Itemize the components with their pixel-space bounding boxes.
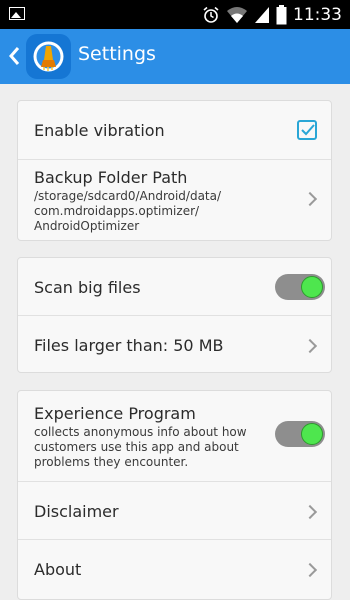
wifi-icon xyxy=(227,6,247,23)
experience-program-row[interactable]: Experience Program collects anonymous in… xyxy=(18,391,331,482)
backup-folder-row[interactable]: Backup Folder Path /storage/sdcard0/Andr… xyxy=(18,160,331,241)
experience-program-toggle[interactable] xyxy=(275,421,325,447)
backup-folder-path: /storage/sdcard0/Android/data/ com.mdroi… xyxy=(34,189,274,234)
image-icon xyxy=(9,7,25,20)
vibration-checkbox[interactable] xyxy=(297,120,317,140)
scan-big-files-toggle[interactable] xyxy=(275,274,325,300)
backup-path-line: AndroidOptimizer xyxy=(34,219,140,233)
battery-icon xyxy=(276,4,287,24)
signal-icon xyxy=(255,6,269,23)
toggle-knob xyxy=(301,276,323,298)
backup-folder-label: Backup Folder Path xyxy=(34,168,188,187)
app-bar: Settings xyxy=(0,29,350,84)
settings-card-other: Experience Program collects anonymous in… xyxy=(17,390,332,600)
enable-vibration-row[interactable]: Enable vibration xyxy=(18,101,331,160)
disclaimer-label: Disclaimer xyxy=(34,502,119,521)
chevron-right-icon xyxy=(302,504,318,520)
backup-path-line: /storage/sdcard0/Android/data/ xyxy=(34,189,222,203)
enable-vibration-label: Enable vibration xyxy=(34,121,165,140)
alarm-icon xyxy=(203,6,219,23)
status-bar: 11:33 xyxy=(0,0,350,29)
toggle-knob xyxy=(301,423,323,445)
experience-program-label: Experience Program xyxy=(34,404,196,423)
checkmark-icon xyxy=(301,124,315,136)
files-larger-than-row[interactable]: Files larger than: 50 MB xyxy=(18,316,331,374)
files-larger-than-label: Files larger than: 50 MB xyxy=(34,336,224,355)
settings-card-scan: Scan big files Files larger than: 50 MB xyxy=(17,257,332,373)
app-logo-icon[interactable] xyxy=(26,34,71,79)
backup-path-line: com.mdroidapps.optimizer/ xyxy=(34,204,200,218)
settings-card-general: Enable vibration Backup Folder Path /sto… xyxy=(17,100,332,241)
back-chevron-icon[interactable] xyxy=(6,45,24,67)
description-line: problems they encounter. xyxy=(34,455,189,469)
chevron-right-icon xyxy=(302,338,318,354)
chevron-right-icon xyxy=(302,562,318,578)
clock-time: 11:33 xyxy=(293,4,342,25)
experience-program-description: collects anonymous info about how custom… xyxy=(34,425,274,470)
about-row[interactable]: About xyxy=(18,540,331,600)
page-title: Settings xyxy=(78,43,156,65)
about-label: About xyxy=(34,560,82,579)
disclaimer-row[interactable]: Disclaimer xyxy=(18,482,331,540)
chevron-right-icon xyxy=(302,191,318,207)
description-line: customers use this app and about xyxy=(34,440,239,454)
scan-big-files-row[interactable]: Scan big files xyxy=(18,258,331,316)
scan-big-files-label: Scan big files xyxy=(34,278,141,297)
description-line: collects anonymous info about how xyxy=(34,425,247,439)
